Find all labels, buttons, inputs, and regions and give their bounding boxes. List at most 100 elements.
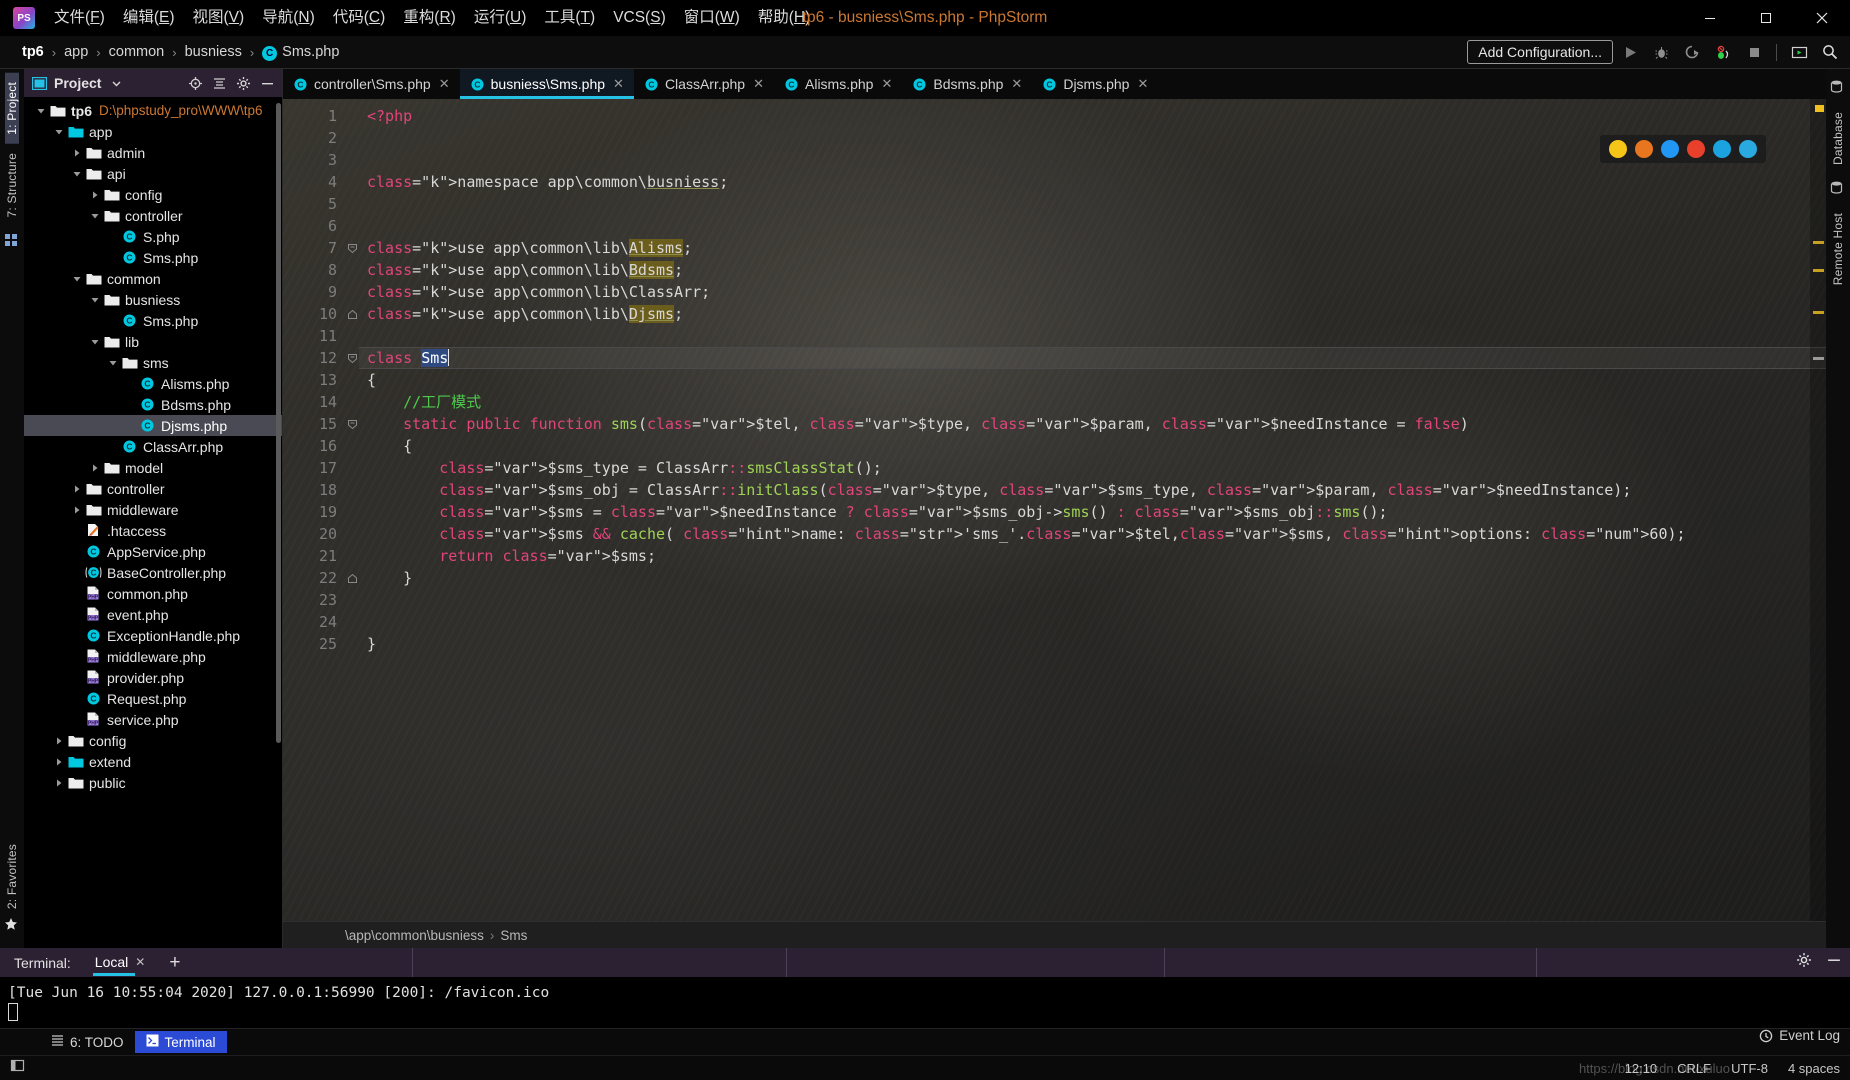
gear-icon[interactable] bbox=[234, 74, 252, 92]
tree-node-controller[interactable]: controller bbox=[24, 205, 282, 226]
fold-toggle[interactable] bbox=[345, 347, 359, 369]
code-folding-gutter[interactable] bbox=[345, 99, 359, 921]
code-line-10[interactable]: class="k">use app\common\lib\Djsms; bbox=[359, 303, 1826, 325]
code-line-11[interactable] bbox=[359, 325, 1826, 347]
twisty-down-icon[interactable] bbox=[52, 125, 65, 138]
breadcrumb-item-3[interactable]: busniess bbox=[181, 44, 246, 60]
code-line-1[interactable]: <?php bbox=[359, 105, 1826, 127]
close-icon[interactable]: ✕ bbox=[881, 76, 892, 92]
close-icon[interactable]: ✕ bbox=[1137, 76, 1148, 92]
tree-node-lib[interactable]: lib bbox=[24, 331, 282, 352]
menu-item-9[interactable]: 窗口(W) bbox=[675, 6, 749, 31]
code-line-6[interactable] bbox=[359, 215, 1826, 237]
gear-icon[interactable] bbox=[1796, 952, 1812, 973]
fold-toggle[interactable] bbox=[345, 567, 359, 589]
opera-icon[interactable] bbox=[1687, 140, 1705, 158]
code-editor[interactable]: 1 2 3 4 5 6 7 8 9 10 11 12 13 14 15 16 17 18 19 20 21 22 23 24 2… bbox=[283, 99, 1826, 921]
twisty-right-icon[interactable] bbox=[70, 146, 83, 159]
menu-item-6[interactable]: 运行(U) bbox=[465, 6, 536, 31]
edge-icon[interactable] bbox=[1739, 140, 1757, 158]
tool-window-tab-1[interactable]: 7: Structure bbox=[5, 144, 19, 226]
code-line-14[interactable]: //工厂模式 bbox=[359, 391, 1826, 413]
hide-panel-icon[interactable] bbox=[1826, 952, 1842, 973]
tool-window-tab-right-0[interactable]: Database bbox=[1831, 103, 1845, 174]
breadcrumb-item-2[interactable]: common bbox=[105, 44, 169, 60]
tree-node-middleware[interactable]: middleware bbox=[24, 499, 282, 520]
tree-scrollbar[interactable] bbox=[276, 103, 281, 743]
code-line-8[interactable]: class="k">use app\common\lib\Bdsms; bbox=[359, 259, 1826, 281]
tree-node-service.php[interactable]: PHP service.php bbox=[24, 709, 282, 730]
project-tree[interactable]: tp6 D:\phpstudy_pro\WWW\tp6 app admin api… bbox=[24, 97, 282, 948]
new-terminal-session-button[interactable]: + bbox=[169, 953, 180, 972]
tree-node-common.php[interactable]: PHP common.php bbox=[24, 583, 282, 604]
event-log-button[interactable]: Event Log bbox=[1759, 1028, 1840, 1043]
hide-panel-icon[interactable] bbox=[258, 74, 276, 92]
fold-toggle[interactable] bbox=[345, 303, 359, 325]
tree-node-model[interactable]: model bbox=[24, 457, 282, 478]
menu-item-3[interactable]: 导航(N) bbox=[253, 6, 324, 31]
tree-node-busniess[interactable]: busniess bbox=[24, 289, 282, 310]
breadcrumb-item-4[interactable]: C Sms.php bbox=[258, 44, 343, 61]
twisty-down-icon[interactable] bbox=[70, 272, 83, 285]
run-in-browser-icon[interactable] bbox=[1785, 39, 1813, 65]
fold-toggle[interactable] bbox=[345, 237, 359, 259]
code-line-18[interactable]: class="var">$sms_obj = ClassArr::initCla… bbox=[359, 479, 1826, 501]
run-with-coverage-icon[interactable] bbox=[1678, 39, 1706, 65]
twisty-right-icon[interactable] bbox=[88, 461, 101, 474]
code-line-24[interactable] bbox=[359, 611, 1826, 633]
tree-node-Alisms.php[interactable]: C Alisms.php bbox=[24, 373, 282, 394]
menu-item-5[interactable]: 重构(R) bbox=[394, 6, 465, 31]
menu-item-2[interactable]: 视图(V) bbox=[184, 6, 254, 31]
close-icon[interactable]: ✕ bbox=[135, 955, 145, 969]
code-line-25[interactable]: } bbox=[359, 633, 1826, 655]
close-icon[interactable]: ✕ bbox=[613, 76, 624, 92]
tree-node-app[interactable]: app bbox=[24, 121, 282, 142]
code-line-15[interactable]: static public function sms(class="var">$… bbox=[359, 413, 1826, 435]
tree-node-extend[interactable]: extend bbox=[24, 751, 282, 772]
run-icon[interactable] bbox=[1616, 39, 1644, 65]
tree-node-sms[interactable]: sms bbox=[24, 352, 282, 373]
code-line-4[interactable]: class="k">namespace app\common\busniess; bbox=[359, 171, 1826, 193]
close-button[interactable] bbox=[1794, 0, 1850, 36]
code-line-9[interactable]: class="k">use app\common\lib\ClassArr; bbox=[359, 281, 1826, 303]
structure-icon[interactable] bbox=[4, 233, 20, 249]
tree-node-Djsms.php[interactable]: C Djsms.php bbox=[24, 415, 282, 436]
editor-breadcrumb-item-1[interactable]: Sms bbox=[500, 928, 527, 943]
twisty-down-icon[interactable] bbox=[70, 167, 83, 180]
tree-node-config[interactable]: config bbox=[24, 730, 282, 751]
tree-node-public[interactable]: public bbox=[24, 772, 282, 793]
fold-toggle[interactable] bbox=[345, 413, 359, 435]
twisty-down-icon[interactable] bbox=[88, 209, 101, 222]
maximize-button[interactable] bbox=[1738, 0, 1794, 36]
editor-tab-ClassArr.php[interactable]: C ClassArr.php ✕ bbox=[634, 69, 774, 99]
stop-icon[interactable] bbox=[1740, 39, 1768, 65]
code-lines[interactable]: <?php class="k">namespace app\common\busn… bbox=[359, 99, 1826, 921]
editor-breadcrumb-item-0[interactable]: \app\common\busniess bbox=[345, 928, 484, 943]
tree-node-provider.php[interactable]: PHP provider.php bbox=[24, 667, 282, 688]
favorites-star-icon[interactable] bbox=[4, 917, 20, 933]
twisty-right-icon[interactable] bbox=[70, 482, 83, 495]
tree-node-tp6[interactable]: tp6 D:\phpstudy_pro\WWW\tp6 bbox=[24, 100, 282, 121]
tree-node-middleware.php[interactable]: PHP middleware.php bbox=[24, 646, 282, 667]
editor-tab-busniess\Sms.php[interactable]: C busniess\Sms.php ✕ bbox=[459, 69, 635, 99]
code-line-19[interactable]: class="var">$sms = class="var">$needInst… bbox=[359, 501, 1826, 523]
tree-node-Sms.php[interactable]: C Sms.php bbox=[24, 247, 282, 268]
twisty-down-icon[interactable] bbox=[88, 293, 101, 306]
chevron-down-icon[interactable] bbox=[107, 74, 125, 92]
twisty-down-icon[interactable] bbox=[88, 335, 101, 348]
tree-node-S.php[interactable]: C S.php bbox=[24, 226, 282, 247]
menu-item-0[interactable]: 文件(F) bbox=[45, 6, 114, 31]
search-everywhere-icon[interactable] bbox=[1816, 39, 1844, 65]
editor-tab-Djsms.php[interactable]: C Djsms.php ✕ bbox=[1032, 69, 1158, 99]
profile-icon[interactable] bbox=[1709, 39, 1737, 65]
error-stripe-markers[interactable] bbox=[1810, 99, 1826, 921]
tree-node-common[interactable]: common bbox=[24, 268, 282, 289]
firefox-icon[interactable] bbox=[1635, 140, 1653, 158]
collapse-all-icon[interactable] bbox=[210, 74, 228, 92]
debug-icon[interactable] bbox=[1647, 39, 1675, 65]
tree-node-AppService.php[interactable]: C AppService.php bbox=[24, 541, 282, 562]
twisty-down-icon[interactable] bbox=[34, 104, 47, 117]
editor-tab-Bdsms.php[interactable]: C Bdsms.php ✕ bbox=[902, 69, 1032, 99]
tree-node-ExceptionHandle.php[interactable]: C ExceptionHandle.php bbox=[24, 625, 282, 646]
twisty-right-icon[interactable] bbox=[88, 188, 101, 201]
